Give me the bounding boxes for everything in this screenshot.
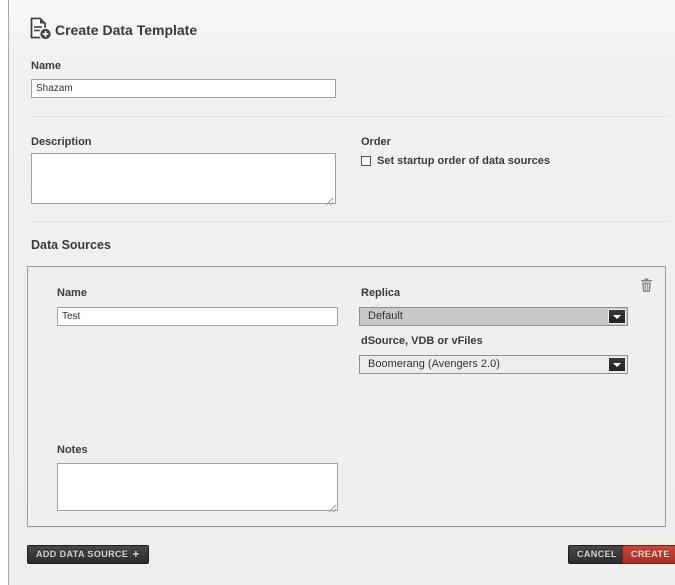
data-source-card: Name Replica Default dSource, VDB or vFi… xyxy=(27,266,666,527)
plus-icon: + xyxy=(132,547,139,561)
source-type-label: dSource, VDB or vFiles xyxy=(361,335,483,347)
replica-dropdown-button[interactable] xyxy=(608,309,626,324)
caret-down-icon xyxy=(613,315,621,319)
trash-icon xyxy=(640,281,653,296)
description-label: Description xyxy=(31,136,92,148)
replica-dropdown[interactable]: Default xyxy=(359,307,628,326)
name-input[interactable] xyxy=(31,79,336,98)
add-data-source-label: ADD DATA SOURCE xyxy=(36,549,128,559)
delete-data-source-button[interactable] xyxy=(640,278,653,296)
order-label: Order xyxy=(361,136,391,148)
data-source-name-input[interactable] xyxy=(57,307,338,326)
document-add-icon xyxy=(27,16,52,46)
startup-order-checkbox[interactable] xyxy=(361,156,371,166)
data-source-name-label: Name xyxy=(57,287,87,299)
resize-grip-icon[interactable] xyxy=(328,500,337,509)
replica-label: Replica xyxy=(361,287,400,299)
create-data-template-dialog: Create Data Template Name Description Or… xyxy=(8,0,675,585)
caret-down-icon xyxy=(613,363,621,367)
cancel-label: CANCEL xyxy=(577,549,617,559)
create-button[interactable]: CREATE xyxy=(622,545,675,564)
source-dropdown-button[interactable] xyxy=(608,357,626,372)
source-dropdown[interactable]: Boomerang (Avengers 2.0) xyxy=(359,355,628,374)
replica-dropdown-value: Default xyxy=(368,308,403,325)
resize-grip-icon[interactable] xyxy=(325,193,334,202)
create-label: CREATE xyxy=(631,549,670,559)
divider xyxy=(31,116,668,117)
notes-label: Notes xyxy=(57,444,88,456)
source-dropdown-value: Boomerang (Avengers 2.0) xyxy=(368,356,500,373)
notes-textarea[interactable] xyxy=(57,463,338,511)
description-textarea[interactable] xyxy=(31,153,336,204)
data-sources-heading: Data Sources xyxy=(31,238,111,252)
cancel-button[interactable]: CANCEL xyxy=(568,545,626,564)
page-title: Create Data Template xyxy=(55,22,197,38)
name-label: Name xyxy=(31,60,61,72)
startup-order-checkbox-label: Set startup order of data sources xyxy=(377,155,550,167)
add-data-source-button[interactable]: ADD DATA SOURCE + xyxy=(27,545,149,564)
divider xyxy=(31,221,668,222)
